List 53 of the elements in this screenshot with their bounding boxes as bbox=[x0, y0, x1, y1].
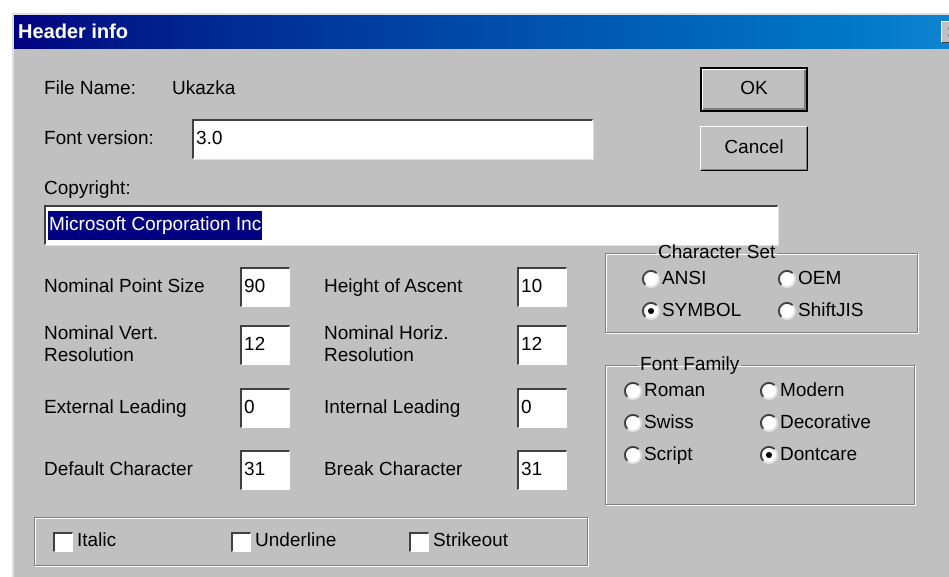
text-field[interactable]: 3.0 bbox=[192, 119, 593, 159]
radio-label: ShiftJIS bbox=[798, 300, 864, 322]
radio-button[interactable] bbox=[642, 270, 660, 288]
window-title: Header info bbox=[18, 20, 128, 45]
number-field[interactable]: 90 bbox=[240, 267, 290, 307]
metric-label: Break Character bbox=[324, 459, 464, 481]
file-name-value: Ukazka bbox=[172, 76, 236, 101]
number-field[interactable]: 0 bbox=[240, 388, 290, 428]
radio-button[interactable] bbox=[778, 302, 796, 320]
checkbox-label: Italic bbox=[77, 529, 116, 554]
metric-label: Height of Ascent bbox=[324, 276, 464, 298]
radio-button[interactable] bbox=[760, 446, 778, 464]
radio-label: Swiss bbox=[644, 410, 694, 435]
radio-label: Script bbox=[644, 442, 693, 467]
text-field[interactable]: Microsoft Corporation Inc bbox=[44, 205, 778, 245]
dialog-button[interactable]: Cancel bbox=[700, 126, 808, 171]
radio-label: Roman bbox=[644, 378, 706, 403]
radio-label: Decorative bbox=[780, 410, 871, 435]
number-field[interactable]: 0 bbox=[517, 388, 567, 428]
checkbox[interactable] bbox=[231, 532, 251, 552]
radio-label: OEM bbox=[798, 268, 842, 290]
checkbox-label: Strikeout bbox=[433, 529, 508, 554]
radio-label: SYMBOL bbox=[662, 300, 742, 322]
metric-label: External Leading bbox=[44, 397, 188, 419]
metric-label: Internal Leading bbox=[324, 397, 462, 419]
checkbox[interactable] bbox=[53, 532, 73, 552]
metric-label: Nominal Horiz. Resolution bbox=[324, 323, 450, 367]
radio-button[interactable] bbox=[760, 414, 778, 432]
file-name-label: File Name: bbox=[44, 76, 137, 101]
radio-button[interactable] bbox=[624, 382, 642, 400]
number-field[interactable]: 12 bbox=[240, 325, 290, 365]
group-title: Character Set bbox=[657, 243, 776, 263]
group-title: Font Family bbox=[639, 355, 740, 375]
number-field[interactable]: 31 bbox=[240, 450, 290, 490]
dialog-button[interactable]: OK bbox=[700, 67, 808, 112]
radio-button[interactable] bbox=[778, 270, 796, 288]
radio-button[interactable] bbox=[624, 414, 642, 432]
radio-label: Modern bbox=[780, 378, 844, 403]
radio-button[interactable] bbox=[760, 382, 778, 400]
font-version-label: Font version: bbox=[44, 126, 155, 151]
number-field[interactable]: 10 bbox=[517, 267, 567, 307]
radio-label: ANSI bbox=[662, 268, 706, 290]
checkbox[interactable] bbox=[409, 532, 429, 552]
checkbox-label: Underline bbox=[255, 529, 336, 554]
radio-label: Dontcare bbox=[780, 442, 858, 467]
radio-button[interactable] bbox=[624, 446, 642, 464]
number-field[interactable]: 31 bbox=[517, 450, 567, 490]
number-field[interactable]: 12 bbox=[517, 325, 567, 365]
metric-label: Nominal Point Size bbox=[44, 276, 206, 298]
metric-label: Default Character bbox=[44, 459, 194, 481]
radio-button[interactable] bbox=[642, 302, 660, 320]
copyright-label: Copyright: bbox=[44, 177, 132, 199]
metric-label: Nominal Vert. Resolution bbox=[44, 323, 160, 367]
